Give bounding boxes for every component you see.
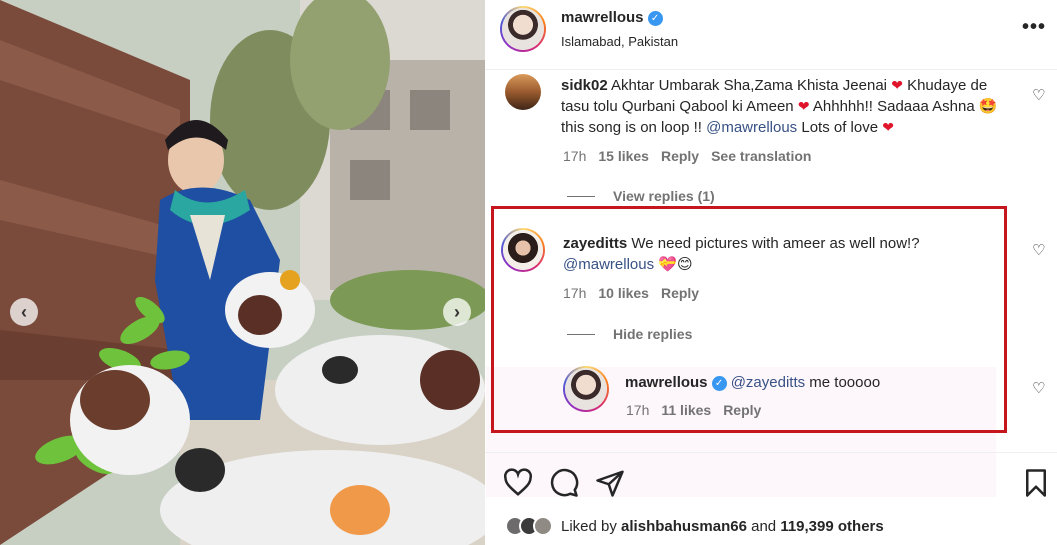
comment-icon[interactable] [549,468,579,498]
view-replies-button[interactable]: View replies (1) [567,188,715,204]
actions-divider [485,452,1057,453]
likes-text: Liked by alishbahusman66 and 119,399 oth… [561,518,884,535]
author-username[interactable]: mawrellous ✓ [561,9,663,26]
hide-replies-button[interactable]: Hide replies [567,326,692,342]
liker-username[interactable]: alishbahusman66 [621,518,747,535]
comments-list: sidk02 Akhtar Umbarak Sha,Zama Khista Je… [485,70,1057,497]
post-photo: ‹ › [0,0,485,545]
author-avatar[interactable] [500,6,546,52]
likes-prefix: Liked by [561,517,622,535]
verified-badge-icon: ✓ [711,375,727,391]
post-actions-bar [485,468,1057,502]
photo-illustration [0,0,485,545]
comment-likes-count[interactable]: 10 likes [598,285,649,301]
mention-link[interactable]: @mawrellous [563,256,654,273]
comment-text-part: this song is on loop !! [561,119,707,136]
comment-meta: 17h 10 likes Reply [563,285,699,301]
heart-outline-icon[interactable]: ♡ [1032,241,1045,259]
replies-divider [567,195,595,197]
likes-summary: Liked by alishbahusman66 and 119,399 oth… [505,516,884,536]
comment-username[interactable]: zayeditts [563,235,627,252]
bookmark-icon[interactable] [1021,468,1051,498]
mention-link[interactable]: @mawrellous [706,119,797,136]
author-username-text[interactable]: mawrellous [561,9,644,26]
heart-outline-icon[interactable]: ♡ [1032,379,1045,397]
comment-text-part: Akhtar Umbarak Sha,Zama Khista Jeenai [611,77,892,94]
share-icon[interactable] [595,468,625,498]
reply-avatar[interactable] [563,366,609,412]
heart-outline-icon[interactable]: ♡ [1032,86,1045,104]
verified-badge-icon: ✓ [647,10,663,26]
comment-avatar[interactable] [501,228,545,272]
comment-time[interactable]: 17h [563,148,586,164]
mention-link[interactable]: @zayeditts [731,374,805,391]
comment-time[interactable]: 17h [563,285,586,301]
comment-text: zayeditts We need pictures with ameer as… [563,233,983,275]
comment-username[interactable]: sidk02 [561,77,608,94]
reply-button[interactable]: Reply [661,285,699,301]
comment-text-part: Ahhhhh!! Sadaaa Ashna [809,98,979,115]
star-struck-emoji-icon: 🤩 [978,98,998,115]
chevron-left-icon[interactable]: ‹ [10,298,38,326]
heart-emoji-icon: 💝 [658,256,677,273]
red-heart-emoji-icon: ❤ [882,119,894,135]
see-translation-button[interactable]: See translation [711,148,811,164]
reply-button[interactable]: Reply [661,148,699,164]
comment-avatar[interactable] [505,74,541,110]
liker-avatar[interactable] [533,516,553,536]
post-header: mawrellous ✓ Islamabad, Pakistan ••• [485,0,1057,70]
reply-likes-count[interactable]: 11 likes [661,402,711,418]
view-replies-label[interactable]: View replies (1) [613,188,715,204]
reply-time[interactable]: 17h [626,402,649,418]
more-horizontal-icon[interactable]: ••• [1022,16,1046,39]
red-heart-emoji-icon: ❤ [891,77,903,93]
reply-text-part: me tooooo [805,374,881,391]
likes-middle: and [746,517,781,535]
heart-icon[interactable] [503,468,533,498]
comment-meta: 17h 15 likes Reply See translation [563,148,811,164]
chevron-right-icon[interactable]: › [443,298,471,326]
reply-meta: 17h 11 likes Reply [626,402,761,418]
replies-divider [567,333,595,335]
reply-button[interactable]: Reply [723,402,761,418]
comment-likes-count[interactable]: 15 likes [598,148,649,164]
post-side-panel: mawrellous ✓ Islamabad, Pakistan ••• sidk… [485,0,1057,545]
smiling-emoji-icon: 😊 [676,256,693,273]
likes-count[interactable]: 119,399 others [780,518,883,535]
comment-text-part: Lots of love [797,119,883,136]
hide-replies-label[interactable]: Hide replies [613,326,692,342]
post-location[interactable]: Islamabad, Pakistan [561,34,678,49]
comment-text-part: We need pictures with ameer as well now!… [631,235,920,252]
red-heart-emoji-icon: ❤ [797,98,810,114]
reply-username[interactable]: mawrellous [625,374,708,391]
comment-text: sidk02 Akhtar Umbarak Sha,Zama Khista Je… [561,75,1011,138]
reply-text: mawrellous ✓ @zayeditts me tooooo [625,372,880,393]
